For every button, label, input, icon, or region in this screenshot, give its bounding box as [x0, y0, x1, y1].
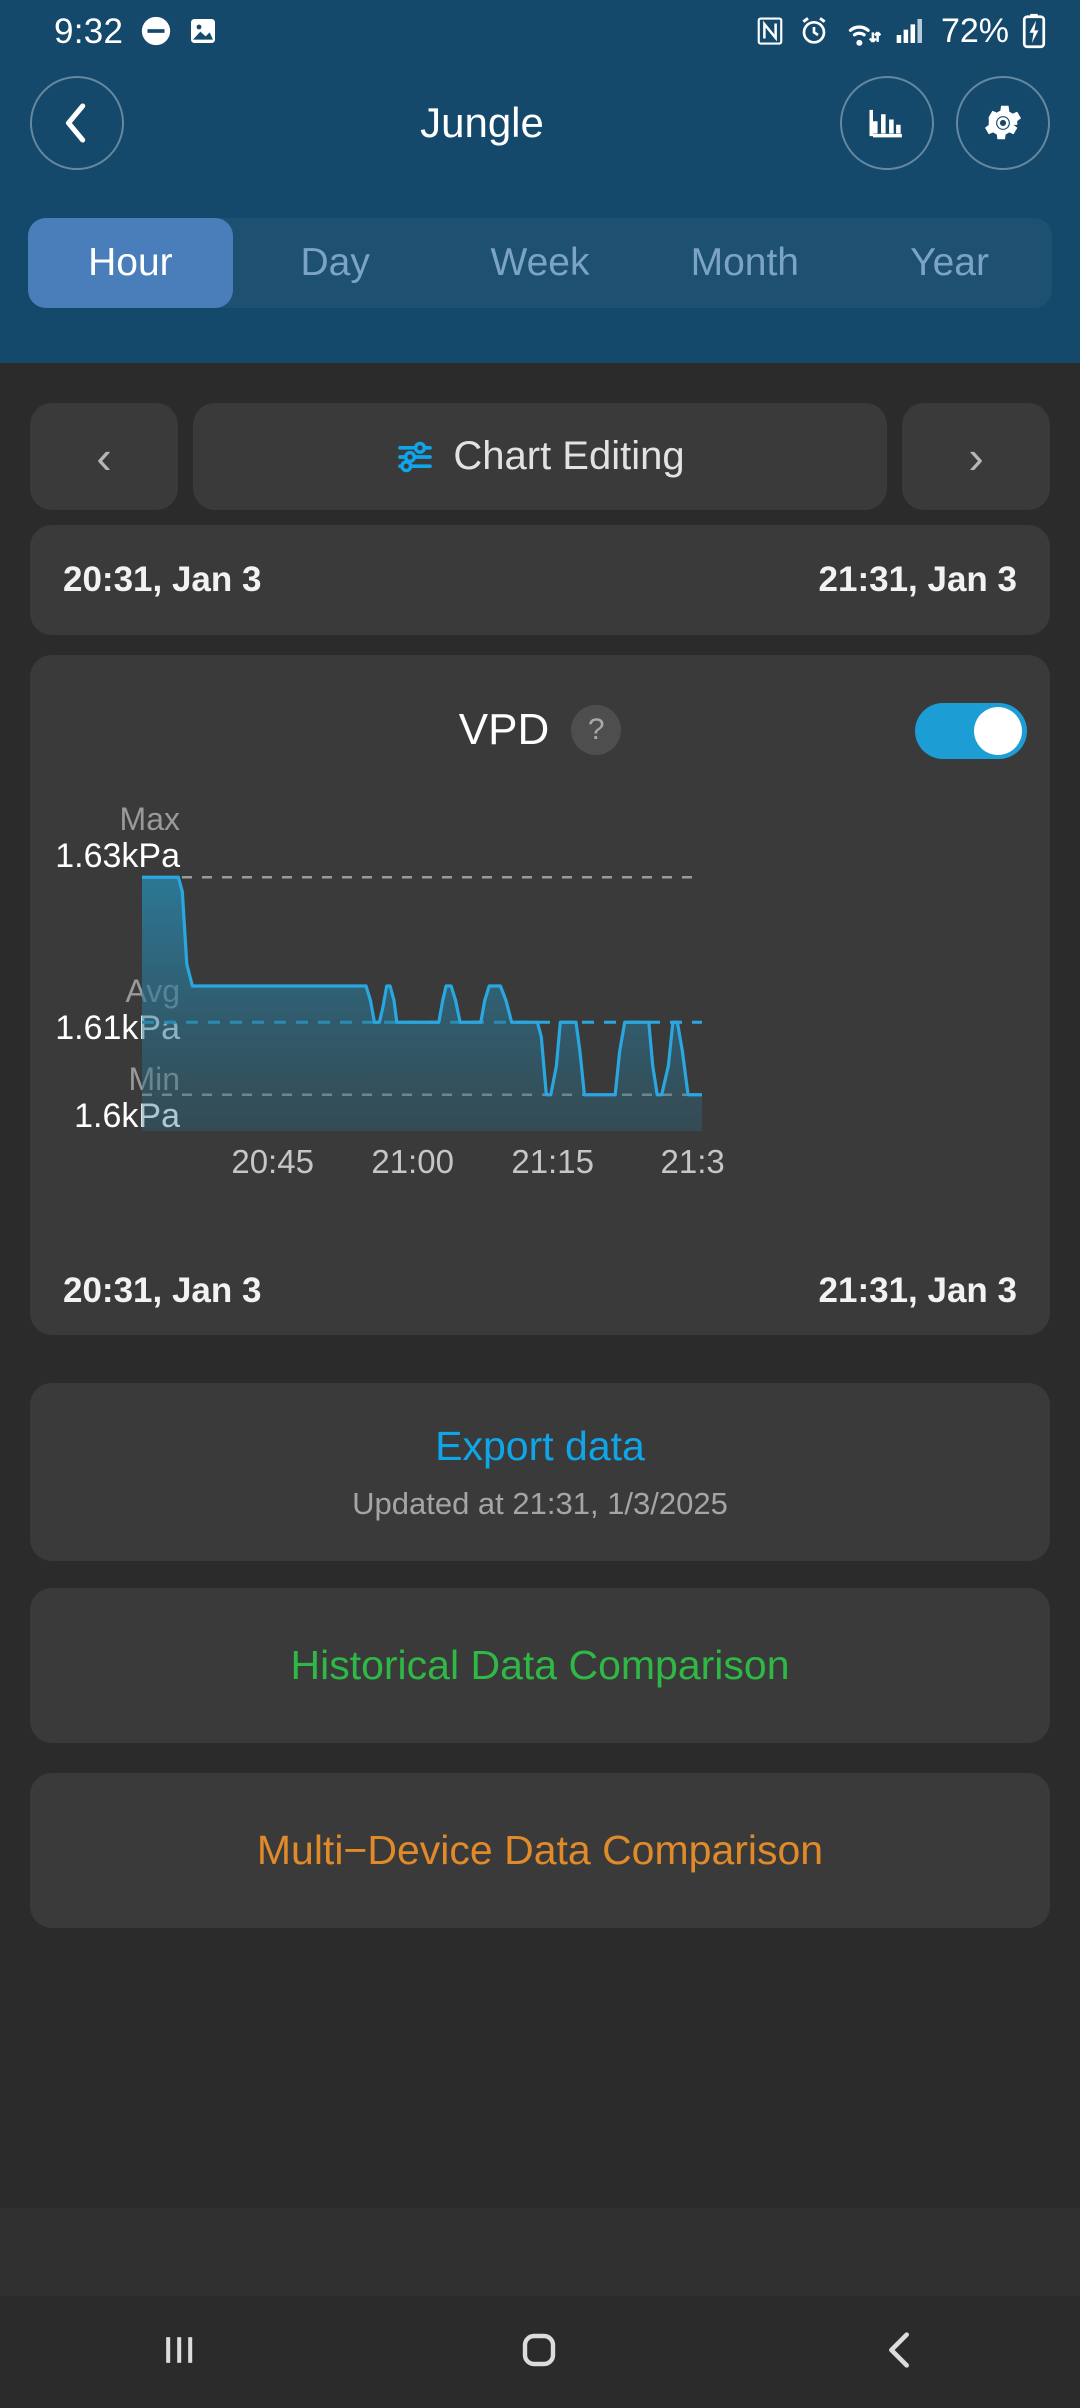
previous-period-button[interactable]: ‹	[30, 403, 178, 510]
toggle-knob	[974, 707, 1022, 755]
multi-device-data-comparison-button[interactable]: Multi−Device Data Comparison	[30, 1773, 1050, 1928]
vpd-toggle[interactable]	[915, 703, 1027, 759]
chart-view-button[interactable]	[840, 76, 934, 170]
content-area: ‹ Chart Editing › 20:31, Jan 3 21:31, Ja…	[0, 363, 1080, 2208]
home-icon[interactable]	[515, 2326, 563, 2379]
historical-data-comparison-button[interactable]: Historical Data Comparison	[30, 1588, 1050, 1743]
help-icon[interactable]: ?	[571, 705, 622, 755]
next-period-button[interactable]: ›	[902, 403, 1050, 510]
chart-editing-row: ‹ Chart Editing ›	[30, 403, 1050, 510]
status-bar-right-icons: 72%	[755, 13, 1046, 49]
status-bar-clock: 9:32	[54, 11, 124, 51]
vpd-chart-card: VPD ? Max 1.63kPa Avg 1.61kPa Min	[30, 655, 1050, 1335]
x-tick-1: 21:00	[371, 1143, 454, 1180]
tab-day[interactable]: Day	[233, 218, 438, 308]
recents-icon[interactable]	[157, 2328, 201, 2377]
back-icon[interactable]	[877, 2327, 923, 2378]
wifi-icon	[848, 25, 881, 46]
date-range-bar: 20:31, Jan 3 21:31, Jan 3	[30, 525, 1050, 635]
export-data-card[interactable]: Export data Updated at 21:31, 1/3/2025	[30, 1383, 1050, 1561]
tab-hour[interactable]: Hour	[28, 218, 233, 308]
vpd-line-chart	[142, 875, 702, 1131]
bar-chart-icon	[869, 109, 902, 138]
signal-icon	[896, 19, 922, 43]
chart-editing-button[interactable]: Chart Editing	[193, 403, 887, 510]
bottom-gap	[0, 2208, 1080, 2296]
phone-screen: 9:32 72% Jungle Hour Day Week Month Year…	[0, 0, 1080, 2408]
battery-percent-label: 72%	[940, 12, 1009, 50]
vpd-plot: Max 1.63kPa Avg 1.61kPa Min 1.6kPa	[30, 802, 1050, 1205]
tab-year[interactable]: Year	[847, 218, 1052, 308]
chart-footer-start: 20:31, Jan 3	[63, 1271, 262, 1310]
x-tick-0: 20:45	[231, 1143, 314, 1180]
chart-editing-label: Chart Editing	[453, 434, 685, 478]
system-nav-bar	[0, 2296, 1080, 2408]
range-end-label: 21:31, Jan 3	[818, 560, 1017, 599]
chart-footer-range: 20:31, Jan 3 21:31, Jan 3	[30, 1271, 1050, 1311]
vpd-card-header: VPD ?	[30, 655, 1050, 805]
tab-week[interactable]: Week	[438, 218, 643, 308]
tab-month[interactable]: Month	[642, 218, 847, 308]
image-icon	[191, 19, 216, 43]
sliders-icon	[398, 441, 433, 472]
status-bar: 9:32 72%	[0, 0, 1080, 62]
x-tick-2: 21:15	[511, 1143, 594, 1180]
app-header: Jungle	[0, 62, 1080, 184]
gear-icon	[984, 105, 1022, 140]
period-tab-bar: Hour Day Week Month Year	[28, 218, 1052, 308]
battery-charging-icon	[1022, 13, 1046, 49]
back-button[interactable]	[30, 76, 124, 170]
alarm-icon	[802, 17, 826, 44]
settings-button[interactable]	[956, 76, 1050, 170]
chart-footer-end: 21:31, Jan 3	[818, 1271, 1017, 1310]
range-start-label: 20:31, Jan 3	[63, 560, 262, 599]
export-data-link[interactable]: Export data	[435, 1423, 645, 1470]
x-tick-3: 21:3	[660, 1143, 725, 1180]
status-bar-left-icons	[139, 14, 219, 48]
page-title: Jungle	[420, 99, 544, 146]
export-updated-label: Updated at 21:31, 1/3/2025	[352, 1485, 728, 1521]
nfc-icon	[757, 17, 783, 45]
do-not-disturb-icon	[142, 16, 171, 46]
chevron-left-icon	[65, 103, 86, 143]
vpd-title: VPD	[458, 705, 550, 754]
x-axis-ticks: 20:45 21:00 21:15 21:3	[142, 1143, 724, 1183]
